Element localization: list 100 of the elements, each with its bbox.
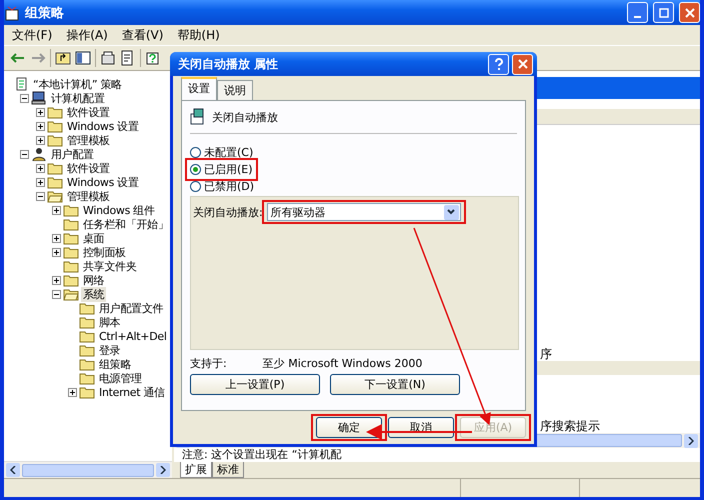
tree-item[interactable]: 用户配置 <box>49 146 96 162</box>
help-button[interactable] <box>488 54 509 74</box>
expand-icon[interactable] <box>36 122 45 130</box>
tree-toggle-icon[interactable] <box>75 50 91 66</box>
window-title: 组策略 <box>25 4 65 22</box>
expand-icon[interactable] <box>68 388 77 396</box>
scroll-left-button[interactable] <box>6 463 20 477</box>
dropdown[interactable]: 所有驱动器 <box>266 203 461 221</box>
radio-label[interactable]: 已启用(E) <box>204 162 253 177</box>
folder-icon <box>47 106 63 118</box>
minimize-button[interactable] <box>627 2 648 23</box>
description-text: 注意: 这个设置出现在 “计算机配 <box>181 448 342 462</box>
app-icon <box>4 4 20 20</box>
tree-item[interactable]: Ctrl+Alt+Del <box>97 330 169 342</box>
radio-button[interactable] <box>190 147 201 158</box>
folder-icon <box>79 386 95 398</box>
scrollbar-thumb[interactable] <box>22 464 154 476</box>
folder-icon <box>47 176 63 188</box>
expand-icon[interactable] <box>36 136 45 144</box>
open-folder-icon <box>63 288 79 300</box>
menu-item[interactable]: 文件(F) <box>12 26 52 44</box>
folder-icon <box>63 218 79 230</box>
collapse-icon[interactable] <box>20 150 29 158</box>
expand-icon[interactable] <box>36 164 45 172</box>
tree-item[interactable]: 脚本 <box>97 314 122 330</box>
tree-item[interactable]: 用户配置文件 <box>97 300 166 316</box>
expand-icon[interactable] <box>52 248 61 256</box>
expand-icon[interactable] <box>36 108 45 116</box>
collapse-icon[interactable] <box>36 192 45 200</box>
collapse-icon[interactable] <box>52 290 61 298</box>
menu-item[interactable]: 帮助(H) <box>177 26 220 44</box>
folder-icon <box>79 372 95 384</box>
expand-icon[interactable] <box>52 234 61 242</box>
computer-icon <box>31 91 47 105</box>
dialog-tab[interactable]: 说明 <box>217 80 253 100</box>
folder-icon <box>79 344 95 356</box>
close-button[interactable] <box>679 2 700 23</box>
close-icon <box>518 59 528 69</box>
tree-item[interactable]: 组策略 <box>97 356 134 372</box>
folder-icon <box>47 120 63 132</box>
policy-setting-icon <box>190 108 206 126</box>
maximize-button[interactable] <box>653 2 674 23</box>
tree-item[interactable]: Windows 设置 <box>65 118 141 134</box>
tree-item[interactable]: 管理模板 <box>65 188 112 204</box>
folder-icon <box>79 302 95 314</box>
dialog-title: 关闭自动播放 属性 <box>178 56 280 72</box>
tree-item[interactable]: 软件设置 <box>65 104 112 120</box>
radio-label[interactable]: 已禁用(D) <box>204 179 254 194</box>
nav-button[interactable]: 下一设置(N) <box>330 374 460 395</box>
view-tab[interactable]: 标准 <box>212 462 244 478</box>
up-folder-icon[interactable] <box>55 50 71 66</box>
tree-item[interactable]: 系统 <box>81 286 106 302</box>
collapse-icon[interactable] <box>20 94 29 102</box>
close-button[interactable] <box>512 54 533 74</box>
supported-label: 支持于: <box>190 356 227 371</box>
view-tab[interactable]: 扩展 <box>180 462 212 478</box>
expand-icon[interactable] <box>52 206 61 214</box>
scroll-right-button[interactable] <box>684 434 698 448</box>
radio-button[interactable] <box>190 181 201 192</box>
tree-item[interactable]: “本地计算机” 策略 <box>31 76 124 92</box>
tree-item[interactable]: 网络 <box>81 272 106 288</box>
tree-item[interactable]: 控制面板 <box>81 244 128 260</box>
maximize-icon <box>658 8 668 18</box>
tree-item[interactable]: 任务栏和「开始」 <box>81 216 171 232</box>
folder-icon <box>79 358 95 370</box>
help-icon <box>494 58 504 70</box>
nav-button[interactable]: 上一设置(P) <box>190 374 320 395</box>
tree-item[interactable]: 电源管理 <box>97 370 144 386</box>
radio-button[interactable] <box>190 164 201 175</box>
tree-item[interactable]: 管理模板 <box>65 132 112 148</box>
folder-icon <box>47 134 63 146</box>
tree-item[interactable]: 桌面 <box>81 230 106 246</box>
dialog-button[interactable]: 确定 <box>316 417 382 438</box>
open-folder-icon <box>47 190 63 202</box>
close-icon <box>684 8 694 18</box>
menu-item[interactable]: 查看(V) <box>122 26 164 44</box>
folder-icon <box>47 162 63 174</box>
folder-icon <box>63 204 79 216</box>
tree-item[interactable]: 共享文件夹 <box>81 258 139 274</box>
tree-item[interactable]: Internet 通信 <box>97 384 167 400</box>
minimize-icon <box>634 16 641 18</box>
menu-item[interactable]: 操作(A) <box>66 26 108 44</box>
dialog-tab[interactable]: 设置 <box>181 77 217 100</box>
expand-icon[interactable] <box>52 276 61 284</box>
field-label: 关闭自动播放: <box>193 204 263 220</box>
tree-item[interactable]: 软件设置 <box>65 160 112 176</box>
expand-icon[interactable] <box>36 178 45 186</box>
tree-item[interactable]: Windows 设置 <box>65 174 141 190</box>
folder-icon <box>79 316 95 328</box>
tree-item[interactable]: 登录 <box>97 342 122 358</box>
folder-icon <box>63 232 79 244</box>
setting-title: 关闭自动播放 <box>212 110 278 124</box>
scroll-right-button[interactable] <box>156 463 170 477</box>
radio-label[interactable]: 未配置(C) <box>204 145 254 160</box>
tree-item[interactable]: 计算机配置 <box>49 90 107 106</box>
properties-icon[interactable] <box>100 50 116 66</box>
help-icon[interactable] <box>145 50 161 66</box>
user-icon <box>31 147 47 161</box>
caret-icon <box>447 209 456 215</box>
tree-item[interactable]: Windows 组件 <box>81 202 157 218</box>
